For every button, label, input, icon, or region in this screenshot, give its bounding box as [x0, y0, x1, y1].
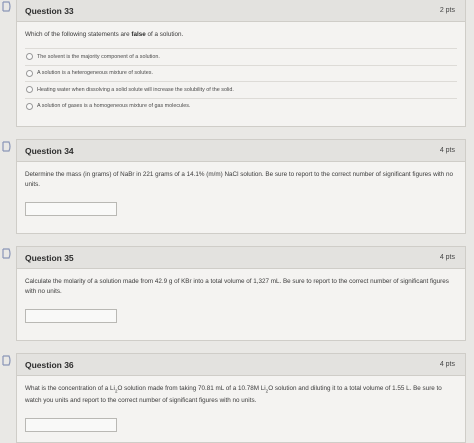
question-title: Question 33: [25, 5, 74, 16]
question-points: 4 pts: [439, 254, 455, 261]
question-title: Question 34: [25, 145, 74, 156]
answer-input[interactable]: [25, 309, 117, 323]
question-card-33: Question 33 2 pts Which of the following…: [16, 0, 466, 127]
radio-button[interactable]: [26, 86, 33, 94]
question-text: Determine the mass (in grams) of NaBr in…: [25, 171, 454, 188]
question-card-34: Question 34 4 pts Determine the mass (in…: [16, 139, 466, 234]
question-points: 4 pts: [439, 147, 455, 154]
question-card-35: Question 35 4 pts Calculate the molarity…: [16, 246, 466, 341]
question-header: Question 34 4 pts: [17, 140, 465, 162]
question-header: Question 36 4 pts: [17, 354, 465, 376]
question-title: Question 35: [25, 252, 74, 263]
question-card-36: Question 36 4 pts What is the concentrat…: [16, 353, 466, 443]
flag-icon[interactable]: [2, 1, 12, 12]
answer-input[interactable]: [25, 202, 117, 216]
question-text: Which of the following statements are fa…: [25, 31, 184, 38]
answer-input[interactable]: [25, 418, 117, 433]
question-points: 2 pts: [439, 7, 455, 14]
answer-option[interactable]: A solution of gases is a homogeneous mix…: [25, 97, 457, 115]
radio-button[interactable]: [26, 53, 33, 61]
flag-icon[interactable]: [2, 141, 12, 152]
question-title: Question 36: [25, 359, 74, 370]
radio-button[interactable]: [26, 102, 33, 110]
answer-options: The solvent is the majority component of…: [25, 48, 457, 114]
flag-icon[interactable]: [2, 248, 12, 259]
radio-button[interactable]: [26, 69, 33, 77]
question-header: Question 33 2 pts: [17, 0, 465, 22]
question-text: What is the concentration of a Li2O solu…: [25, 385, 442, 405]
answer-option[interactable]: The solvent is the majority component of…: [25, 48, 457, 65]
question-header: Question 35 4 pts: [17, 247, 465, 269]
answer-option[interactable]: Heating water when dissolving a solid so…: [25, 81, 457, 98]
question-points: 4 pts: [439, 361, 455, 368]
flag-icon[interactable]: [2, 355, 12, 366]
question-text: Calculate the molarity of a solution mad…: [25, 278, 449, 295]
answer-option[interactable]: A solution is a heterogeneous mixture of…: [25, 64, 457, 82]
